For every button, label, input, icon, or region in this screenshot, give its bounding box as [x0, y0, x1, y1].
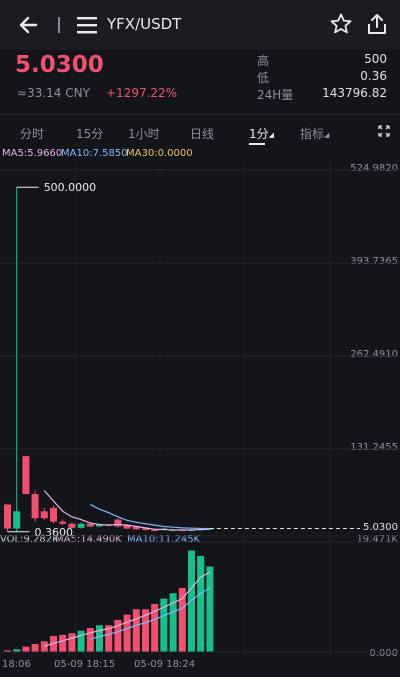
min-price-label: 0.3600 [35, 526, 74, 539]
candle-body [31, 494, 39, 519]
dropdown-triangle-icon: ◢ [324, 131, 330, 139]
price-cny: ≈33.14 CNY [17, 86, 90, 100]
candle-body [50, 507, 57, 522]
divider [58, 17, 60, 33]
volume-bar [31, 643, 39, 652]
price-change-percent: +1297.22% [106, 86, 178, 100]
low-label: 低 [257, 71, 270, 85]
interval-tabs: 分时 15分 1小时 日线 1分◢ 指标◢ [0, 114, 400, 147]
time-axis-label: 18:06 [2, 659, 31, 670]
candle-body [22, 456, 30, 495]
candle-body [86, 523, 94, 527]
volume-bar [188, 550, 195, 652]
hamburger-icon[interactable] [76, 14, 98, 36]
tab-1min[interactable]: 1分◢ [249, 125, 274, 142]
volume-bar [77, 630, 85, 652]
high-value: 500 [364, 52, 387, 66]
trading-pair-title[interactable]: YFX/USDT [107, 15, 181, 33]
volume-bar [178, 587, 186, 652]
fullscreen-icon[interactable] [378, 125, 390, 137]
active-tab-indicator [249, 143, 265, 145]
volume-bar [59, 634, 67, 652]
volume-bar [123, 614, 131, 652]
candle-body [114, 519, 122, 527]
tab-indicators[interactable]: 指标◢ [300, 125, 329, 142]
volume-bar [197, 555, 205, 652]
ma10-legend: MA10:7.5850 [61, 148, 128, 159]
ma30-legend: MA30:0.0000 [126, 148, 193, 159]
ma5-legend: MA5:5.9660 [2, 148, 63, 159]
arrow-left-icon[interactable] [14, 10, 44, 40]
volume-24h-value: 143796.82 [322, 86, 387, 100]
volume-bar [68, 633, 76, 652]
tab-daily[interactable]: 日线 [190, 125, 214, 142]
tab-indicators-label: 指标 [300, 127, 325, 141]
share-icon[interactable] [366, 12, 388, 36]
max-price-label: 500.0000 [44, 181, 96, 194]
candle-body [13, 511, 21, 529]
candle-body [40, 511, 48, 519]
candle-body [77, 523, 85, 528]
last-price: 5.0300 [15, 52, 104, 78]
low-value: 0.36 [360, 69, 387, 83]
volume-24h-label: 24H量 [257, 88, 294, 102]
kline-chart[interactable]: 500.0000 0.3600 [0, 160, 400, 660]
volume-bar [132, 609, 140, 652]
high-label: 高 [257, 54, 270, 68]
time-axis-label: 05-09 18:24 [134, 659, 196, 670]
tab-1min-label: 1分 [249, 127, 269, 141]
dropdown-triangle-icon: ◢ [268, 131, 275, 139]
volume-bar [96, 625, 103, 652]
volume-bar [22, 646, 30, 652]
tab-timeline[interactable]: 分时 [20, 125, 44, 142]
volume-bar [206, 566, 214, 652]
top-bar: YFX/USDT [0, 0, 400, 50]
candle-body [4, 504, 11, 529]
star-icon[interactable] [329, 12, 353, 36]
candle-body [59, 521, 67, 524]
tab-1hour[interactable]: 1小时 [128, 125, 160, 142]
volume-bar [40, 641, 48, 652]
volume-bar [86, 627, 94, 652]
candle-body [151, 529, 159, 531]
tab-15min[interactable]: 15分 [76, 125, 103, 142]
time-axis-label: 05-09 18:15 [54, 659, 116, 670]
